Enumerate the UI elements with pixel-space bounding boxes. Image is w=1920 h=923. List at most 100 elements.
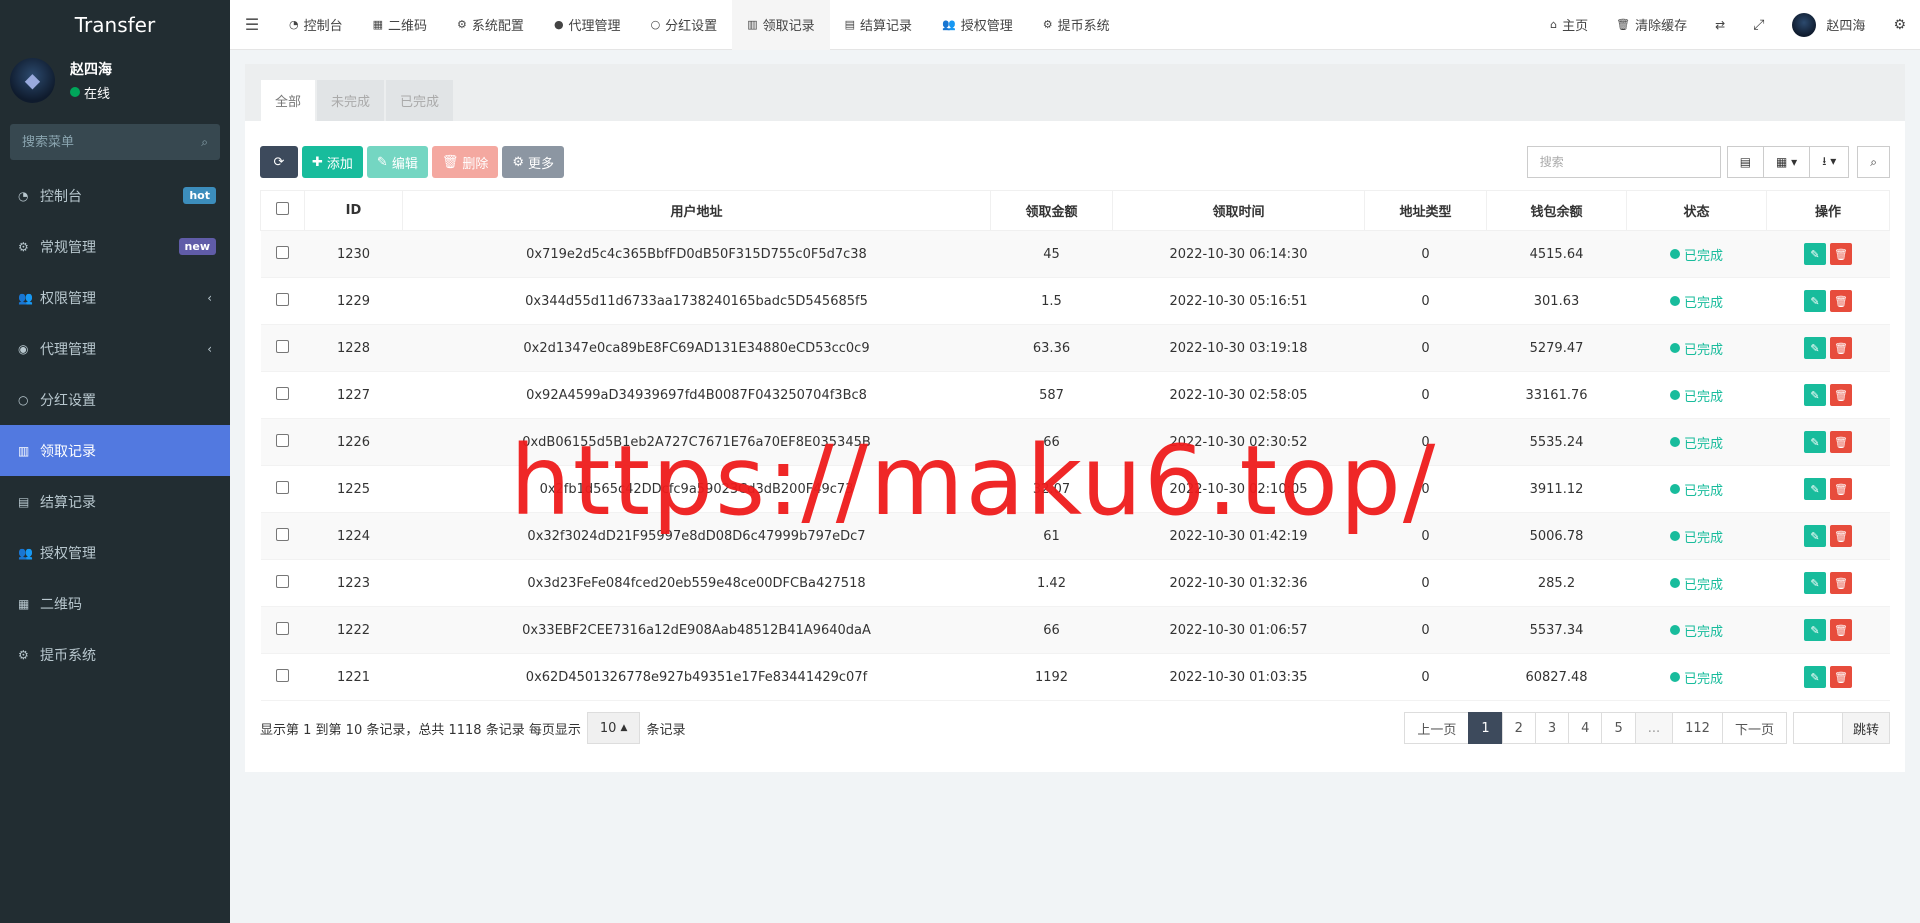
row-checkbox[interactable] <box>276 339 289 353</box>
row-checkbox[interactable] <box>276 245 289 259</box>
nav-agents[interactable]: ● 代理管理 <box>539 0 636 50</box>
sidebar-item-dashboard[interactable]: ◔ 控制台 hot <box>0 170 230 221</box>
row-delete-button[interactable]: 🗑 <box>1830 431 1852 453</box>
delete-button[interactable]: 🗑 删除 <box>431 146 499 178</box>
settings-icon[interactable]: ⚙ <box>1879 0 1920 50</box>
more-button[interactable]: ⚙ 更多 <box>502 146 565 178</box>
sidebar-item-authorization[interactable]: 👥 授权管理 <box>0 527 230 578</box>
table-row[interactable]: 1225 0x2fb1d565c42DDcfc9a59023Cd3dB200F49… <box>260 465 1890 513</box>
nav-system-config[interactable]: ⚙ 系统配置 <box>442 0 539 50</box>
page-button[interactable]: 3 <box>1534 712 1570 744</box>
row-checkbox[interactable] <box>276 621 289 635</box>
row-checkbox[interactable] <box>276 574 289 588</box>
col-address[interactable]: 用户地址 <box>402 190 991 231</box>
next-page-button[interactable]: 下一页 <box>1721 712 1787 744</box>
table-row[interactable]: 1222 0x33EBF2CEE7316a12dE908Aab48512B41A9… <box>260 606 1890 654</box>
row-checkbox[interactable] <box>276 527 289 541</box>
sidebar-item-withdraw[interactable]: ⚙ 提币系统 <box>0 629 230 680</box>
page-button[interactable]: 2 <box>1501 712 1536 744</box>
sidebar-item-qrcode[interactable]: ▦ 二维码 <box>0 578 230 629</box>
fullscreen-icon[interactable]: ⤢ <box>1739 0 1778 50</box>
col-status[interactable]: 状态 <box>1626 190 1767 231</box>
table-row[interactable]: 1226 0xdB06155d5B1eb2A727C7671E76a70EF8E0… <box>260 418 1890 466</box>
row-checkbox[interactable] <box>276 480 289 494</box>
app-title[interactable]: Transfer <box>0 0 230 50</box>
col-time[interactable]: 领取时间 <box>1112 190 1365 231</box>
prev-page-button[interactable]: 上一页 <box>1404 712 1470 744</box>
nav-qrcode[interactable]: ▦ 二维码 <box>358 0 442 50</box>
table-row[interactable]: 1224 0x32f3024dD21F95997e8dD08D6c47999b79… <box>260 512 1890 560</box>
table-row[interactable]: 1223 0x3d23FeFe084fced20eb559e48ce00DFCBa… <box>260 559 1890 607</box>
menu-toggle-icon[interactable]: ☰ <box>230 15 274 34</box>
nav-home[interactable]: ⌂ 主页 <box>1536 0 1602 50</box>
table-row[interactable]: 1228 0x2d1347e0ca89bE8FC69AD131E34880eCD5… <box>260 324 1890 372</box>
col-amount[interactable]: 领取金额 <box>990 190 1113 231</box>
add-button[interactable]: ✚ 添加 <box>302 146 363 178</box>
row-edit-button[interactable]: ✎ <box>1804 337 1826 359</box>
page-button[interactable]: 112 <box>1672 712 1723 744</box>
table-row[interactable]: 1227 0x92A4599aD34939697fd4B0087F04325070… <box>260 371 1890 419</box>
toggle-view-icon[interactable]: ▤ <box>1726 146 1765 178</box>
columns-icon[interactable]: ▦ ▾ <box>1764 146 1811 178</box>
row-delete-button[interactable]: 🗑 <box>1830 384 1852 406</box>
col-address-type[interactable]: 地址类型 <box>1364 190 1487 231</box>
row-checkbox[interactable] <box>276 292 289 306</box>
row-edit-button[interactable]: ✎ <box>1804 619 1826 641</box>
search-icon[interactable]: ⌕ <box>201 135 208 150</box>
sidebar-search-input[interactable] <box>22 134 172 150</box>
select-all-checkbox[interactable] <box>276 202 289 215</box>
user-menu[interactable]: 赵四海 <box>1778 0 1879 50</box>
refresh-button[interactable]: ⟳ <box>260 146 298 178</box>
row-edit-button[interactable]: ✎ <box>1804 478 1826 500</box>
col-id[interactable]: ID <box>304 190 403 231</box>
export-icon[interactable]: ⭳ ▾ <box>1810 146 1850 178</box>
row-delete-button[interactable]: 🗑 <box>1830 572 1852 594</box>
tab-complete[interactable]: 已完成 <box>386 80 454 121</box>
table-row[interactable]: 1221 0x62D4501326778e927b49351e17Fe834414… <box>260 653 1890 701</box>
page-button[interactable]: 5 <box>1601 712 1636 744</box>
row-edit-button[interactable]: ✎ <box>1804 243 1826 265</box>
language-icon[interactable]: ⇄ <box>1701 0 1739 50</box>
sidebar-item-agents[interactable]: ◉ 代理管理 ‹ <box>0 323 230 374</box>
row-delete-button[interactable]: 🗑 <box>1830 243 1852 265</box>
row-checkbox[interactable] <box>276 386 289 400</box>
row-delete-button[interactable]: 🗑 <box>1830 525 1852 547</box>
nav-dividend[interactable]: ○ 分红设置 <box>636 0 733 50</box>
search-button[interactable]: ⌕ <box>1857 146 1890 178</box>
nav-claim-records[interactable]: ▥ 领取记录 <box>732 0 830 50</box>
jump-page-input[interactable] <box>1792 712 1843 744</box>
row-edit-button[interactable]: ✎ <box>1804 384 1826 406</box>
row-delete-button[interactable]: 🗑 <box>1830 337 1852 359</box>
row-checkbox[interactable] <box>276 668 289 682</box>
row-delete-button[interactable]: 🗑 <box>1830 666 1852 688</box>
sidebar-item-claim-records[interactable]: ▥ 领取记录 <box>0 425 230 476</box>
sidebar-item-settlement[interactable]: ▤ 结算记录 <box>0 476 230 527</box>
sidebar-item-dividend[interactable]: ○ 分红设置 <box>0 374 230 425</box>
col-balance[interactable]: 钱包余额 <box>1486 190 1627 231</box>
row-delete-button[interactable]: 🗑 <box>1830 619 1852 641</box>
nav-authorization[interactable]: 👥 授权管理 <box>927 0 1028 50</box>
tab-all[interactable]: 全部 <box>261 80 316 121</box>
row-edit-button[interactable]: ✎ <box>1804 290 1826 312</box>
page-button[interactable]: 4 <box>1568 712 1603 744</box>
table-row[interactable]: 1230 0x719e2d5c4c365BbfFD0dB50F315D755c0F… <box>260 230 1890 278</box>
jump-button[interactable]: 跳转 <box>1841 712 1890 744</box>
row-edit-button[interactable]: ✎ <box>1804 525 1826 547</box>
edit-button[interactable]: ✎ 编辑 <box>366 146 428 178</box>
sidebar-item-general[interactable]: ⚙ 常规管理 new <box>0 221 230 272</box>
tab-incomplete[interactable]: 未完成 <box>317 80 385 121</box>
table-row[interactable]: 1229 0x344d55d11d6733aa1738240165badc5D54… <box>260 277 1890 325</box>
sidebar-item-permissions[interactable]: 👥 权限管理 ‹ <box>0 272 230 323</box>
row-delete-button[interactable]: 🗑 <box>1830 478 1852 500</box>
row-edit-button[interactable]: ✎ <box>1804 431 1826 453</box>
nav-withdraw[interactable]: ⚙ 提币系统 <box>1028 0 1125 50</box>
nav-dashboard[interactable]: ◔ 控制台 <box>274 0 358 50</box>
page-size-select[interactable]: 10 ▲ <box>586 712 641 744</box>
page-button[interactable]: 1 <box>1468 712 1503 744</box>
nav-clear-cache[interactable]: 🗑 清除缓存 <box>1602 0 1701 50</box>
row-delete-button[interactable]: 🗑 <box>1830 290 1852 312</box>
nav-settlement[interactable]: ▤ 结算记录 <box>830 0 927 50</box>
row-edit-button[interactable]: ✎ <box>1804 666 1826 688</box>
row-edit-button[interactable]: ✎ <box>1804 572 1826 594</box>
search-input[interactable] <box>1526 146 1721 178</box>
